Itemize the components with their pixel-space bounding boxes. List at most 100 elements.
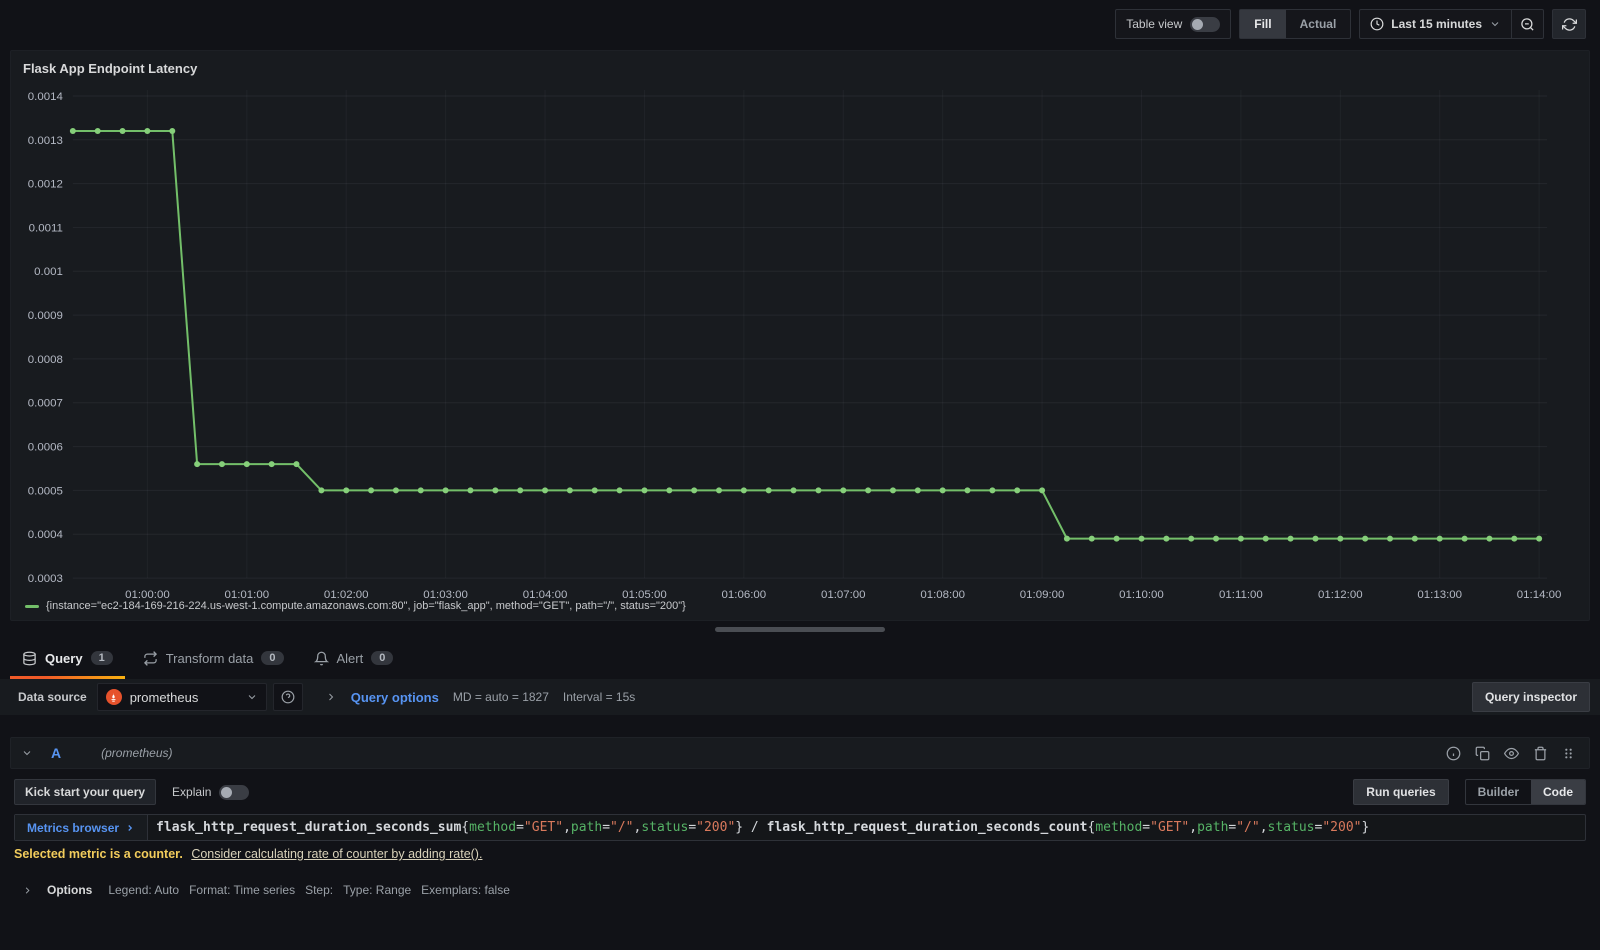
options-summary: Legend: Auto Format: Time series Step: Type… bbox=[108, 883, 510, 897]
clock-icon bbox=[1370, 17, 1384, 31]
tab-query[interactable]: Query 1 bbox=[10, 637, 125, 679]
query-options-label: Query options bbox=[350, 689, 439, 705]
svg-text:0.001: 0.001 bbox=[34, 266, 63, 278]
svg-text:0.0005: 0.0005 bbox=[28, 485, 63, 497]
svg-text:01:03:00: 01:03:00 bbox=[423, 589, 468, 598]
counter-warning: Selected metric is a counter. Consider c… bbox=[14, 847, 1586, 861]
tab-transform-data[interactable]: Transform data 0 bbox=[131, 637, 296, 679]
timeseries-chart[interactable]: 0.0003 0.0004 0.0005 0.0006 0.0007 0.0008 0.00… bbox=[11, 82, 1587, 598]
datasource-label: Data source bbox=[18, 690, 87, 704]
max-data-points-value: MD = auto = 1827 bbox=[452, 690, 549, 704]
svg-text:01:04:00: 01:04:00 bbox=[523, 589, 568, 598]
svg-text:01:12:00: 01:12:00 bbox=[1318, 589, 1363, 598]
toggle-knob bbox=[1192, 18, 1204, 30]
svg-text:01:07:00: 01:07:00 bbox=[821, 589, 866, 598]
query-editor-row: Metrics browser flask_http_request_durat… bbox=[14, 814, 1586, 841]
datasource-help-button[interactable] bbox=[272, 683, 303, 711]
table-view-control: Table view bbox=[1115, 9, 1232, 39]
svg-text:01:14:00: 01:14:00 bbox=[1517, 589, 1562, 598]
svg-text:0.0012: 0.0012 bbox=[28, 179, 63, 191]
explain-label: Explain bbox=[172, 785, 212, 799]
run-queries-button[interactable]: Run queries bbox=[1353, 779, 1449, 805]
query-expression[interactable]: flask_http_request_duration_seconds_sum{… bbox=[148, 815, 1585, 840]
database-icon bbox=[22, 651, 37, 666]
builder-mode-button[interactable]: Builder bbox=[1466, 780, 1531, 804]
kick-start-query-button[interactable]: Kick start your query bbox=[14, 779, 157, 805]
svg-text:01:08:00: 01:08:00 bbox=[920, 589, 965, 598]
svg-text:0.0007: 0.0007 bbox=[28, 398, 63, 410]
datasource-select[interactable]: prometheus bbox=[96, 683, 267, 711]
svg-text:0.0006: 0.0006 bbox=[28, 442, 63, 454]
chevron-down-icon bbox=[1489, 18, 1501, 30]
tab-alert-label: Alert bbox=[336, 650, 364, 666]
datasource-bar: Data source prometheus Query options MD … bbox=[0, 679, 1600, 715]
fill-actual-group: Fill Actual bbox=[1239, 9, 1352, 39]
query-options-toggle[interactable]: Query options MD = auto = 1827 Interval … bbox=[325, 689, 636, 705]
legend-series-label: {instance="ec2-184-169-216-224.us-west-1… bbox=[46, 600, 686, 612]
tab-transform-label: Transform data bbox=[165, 650, 254, 666]
pane-splitter bbox=[0, 621, 1600, 637]
query-inspector-button[interactable]: Query inspector bbox=[1471, 682, 1590, 712]
svg-text:01:02:00: 01:02:00 bbox=[324, 589, 369, 598]
chevron-down-icon bbox=[246, 691, 258, 703]
tab-query-label: Query bbox=[45, 650, 83, 666]
chevron-right-icon bbox=[325, 691, 337, 703]
query-options-collapsed[interactable]: Options Legend: Auto Format: Time series S… bbox=[14, 877, 1586, 903]
svg-text:01:01:00: 01:01:00 bbox=[224, 589, 269, 598]
options-label: Options bbox=[47, 883, 93, 897]
warning-rate-hint-link[interactable]: Consider calculating rate of counter by … bbox=[191, 847, 482, 861]
info-circle-icon[interactable] bbox=[1446, 746, 1461, 761]
editor-tabs: Query 1 Transform data 0 Alert 0 bbox=[0, 637, 1600, 679]
chevron-right-icon bbox=[125, 823, 135, 833]
chart-panel: Flask App Endpoint Latency 0.0003 0.0004 0… bbox=[10, 50, 1590, 621]
svg-text:0.0014: 0.0014 bbox=[28, 91, 64, 103]
query-ref-id: A bbox=[51, 745, 62, 761]
svg-text:01:06:00: 01:06:00 bbox=[722, 589, 767, 598]
query-toolbar: Kick start your query Explain Run querie… bbox=[14, 779, 1586, 805]
actual-button[interactable]: Actual bbox=[1286, 10, 1351, 38]
code-mode-button[interactable]: Code bbox=[1531, 780, 1585, 804]
explain-toggle[interactable] bbox=[219, 784, 250, 800]
duplicate-query-icon[interactable] bbox=[1475, 746, 1490, 761]
builder-code-switch: Builder Code bbox=[1464, 779, 1586, 805]
svg-text:0.0011: 0.0011 bbox=[29, 222, 63, 234]
drag-handle-grip-icon[interactable] bbox=[1562, 746, 1575, 761]
panel-edit-toolbar: Table view Fill Actual Last 15 minutes bbox=[0, 0, 1600, 48]
svg-text:01:05:00: 01:05:00 bbox=[622, 589, 667, 598]
prometheus-icon bbox=[105, 689, 122, 705]
svg-text:0.0004: 0.0004 bbox=[28, 529, 64, 541]
table-view-toggle[interactable] bbox=[1190, 16, 1221, 32]
refresh-button[interactable] bbox=[1552, 9, 1586, 39]
zoom-out-button[interactable] bbox=[1511, 10, 1543, 38]
tab-transform-count: 0 bbox=[261, 651, 284, 665]
svg-text:0.0003: 0.0003 bbox=[28, 573, 63, 585]
zoom-out-icon bbox=[1520, 17, 1535, 32]
chart-legend[interactable]: {instance="ec2-184-169-216-224.us-west-1… bbox=[11, 598, 1589, 614]
toggle-knob bbox=[221, 786, 233, 798]
explain-control: Explain bbox=[172, 784, 250, 800]
fill-button[interactable]: Fill bbox=[1240, 10, 1286, 38]
warning-text: Selected metric is a counter. bbox=[14, 847, 183, 861]
refresh-icon bbox=[1561, 17, 1577, 32]
interval-value: Interval = 15s bbox=[562, 690, 636, 704]
pane-splitter-handle[interactable] bbox=[715, 626, 885, 632]
query-row-actions bbox=[1446, 746, 1579, 761]
svg-text:01:11:00: 01:11:00 bbox=[1219, 589, 1263, 598]
tab-alert[interactable]: Alert 0 bbox=[302, 637, 406, 679]
metrics-browser-label: Metrics browser bbox=[27, 820, 120, 835]
tab-alert-count: 0 bbox=[371, 651, 394, 665]
transform-icon bbox=[143, 650, 158, 666]
query-row-header[interactable]: A (prometheus) bbox=[10, 737, 1590, 769]
metrics-browser-button[interactable]: Metrics browser bbox=[15, 815, 149, 840]
chevron-right-icon bbox=[22, 885, 33, 896]
svg-text:01:00:00: 01:00:00 bbox=[125, 589, 170, 598]
time-picker-group: Last 15 minutes bbox=[1359, 9, 1544, 39]
svg-text:0.0008: 0.0008 bbox=[28, 354, 63, 366]
svg-text:01:09:00: 01:09:00 bbox=[1020, 589, 1065, 598]
svg-text:0.0009: 0.0009 bbox=[28, 310, 63, 322]
svg-text:01:13:00: 01:13:00 bbox=[1417, 589, 1462, 598]
time-range-picker[interactable]: Last 15 minutes bbox=[1360, 10, 1511, 38]
chevron-down-icon[interactable] bbox=[21, 747, 33, 759]
hide-response-eye-icon[interactable] bbox=[1504, 746, 1519, 761]
remove-query-trash-icon[interactable] bbox=[1533, 746, 1548, 761]
